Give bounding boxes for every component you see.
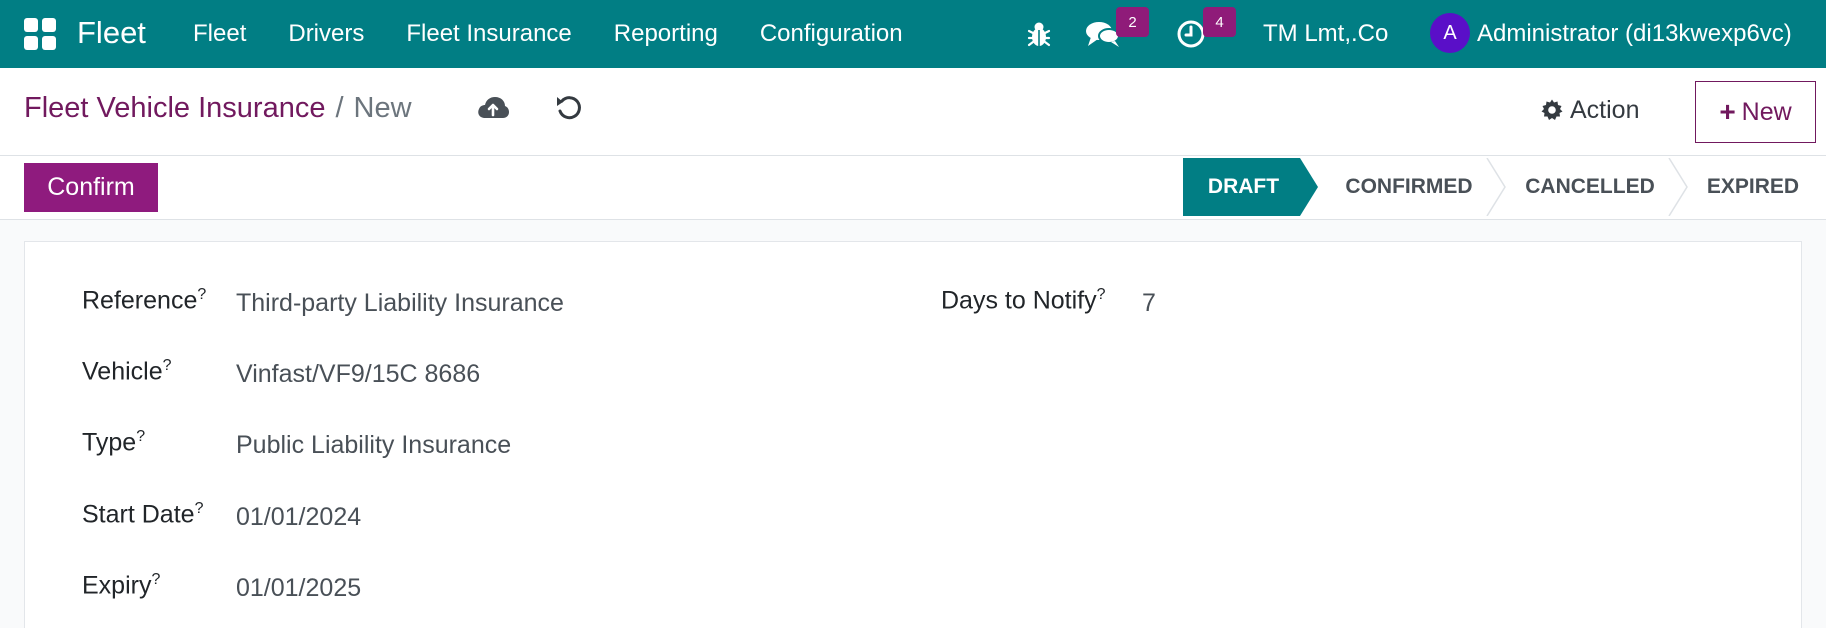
activities-count-badge: 4 xyxy=(1203,7,1236,37)
undo-icon[interactable] xyxy=(554,92,584,124)
start-date-field[interactable]: 01/01/2024 xyxy=(236,503,361,532)
type-field[interactable]: Public Liability Insurance xyxy=(236,431,511,460)
app-brand[interactable]: Fleet xyxy=(77,15,146,51)
menu-item-drivers[interactable]: Drivers xyxy=(288,20,364,48)
action-label: Action xyxy=(1570,95,1640,124)
main-menu: Fleet Drivers Fleet Insurance Reporting … xyxy=(172,0,924,68)
new-button[interactable]: + New xyxy=(1695,81,1816,143)
expiry-field[interactable]: 01/01/2025 xyxy=(236,574,361,603)
breadcrumb-separator: / xyxy=(335,92,344,124)
new-label: New xyxy=(1741,97,1792,126)
start-date-label: Start Date? xyxy=(82,500,204,529)
apps-grid-icon[interactable] xyxy=(24,18,56,50)
breadcrumb-parent[interactable]: Fleet Vehicle Insurance xyxy=(24,92,325,124)
breadcrumb-current: New xyxy=(353,92,412,124)
days-to-notify-field[interactable]: 7 xyxy=(1142,289,1156,318)
stage-dividers xyxy=(1486,158,1688,216)
vehicle-field[interactable]: Vinfast/VF9/15C 8686 xyxy=(236,360,480,389)
breadcrumb: Fleet Vehicle Insurance / New xyxy=(24,90,412,126)
control-panel: Fleet Vehicle Insurance / New Action + New xyxy=(0,68,1826,156)
user-menu[interactable]: Administrator (di13kwexp6vc) xyxy=(1477,0,1826,68)
top-navbar: Fleet Fleet Drivers Fleet Insurance Repo… xyxy=(0,0,1826,68)
confirm-button[interactable]: Confirm xyxy=(24,163,158,212)
form-sheet: Reference? Third-party Liability Insuran… xyxy=(24,241,1802,628)
reference-label: Reference? xyxy=(82,286,207,315)
vehicle-label: Vehicle? xyxy=(82,357,172,386)
bug-icon[interactable] xyxy=(1026,0,1056,68)
status-bar: Confirm DRAFT CONFIRMED CANCELLED EXPIRE… xyxy=(0,156,1826,220)
reference-field[interactable]: Third-party Liability Insurance xyxy=(236,289,564,318)
type-label: Type? xyxy=(82,428,146,457)
menu-item-fleet[interactable]: Fleet xyxy=(193,20,246,48)
expiry-label: Expiry? xyxy=(82,571,161,600)
messages-count-badge: 2 xyxy=(1116,7,1149,37)
gear-icon xyxy=(1541,99,1563,120)
company-switcher[interactable]: TM Lmt,.Co xyxy=(1263,0,1388,68)
menu-item-configuration[interactable]: Configuration xyxy=(760,20,903,48)
cloud-upload-icon[interactable] xyxy=(476,94,510,124)
days-to-notify-label: Days to Notify? xyxy=(941,286,1106,315)
plus-icon: + xyxy=(1719,96,1736,127)
avatar[interactable]: A xyxy=(1430,13,1470,53)
menu-item-reporting[interactable]: Reporting xyxy=(614,20,718,48)
menu-item-fleet-insurance[interactable]: Fleet Insurance xyxy=(406,20,571,48)
action-button[interactable]: Action xyxy=(1540,90,1639,130)
